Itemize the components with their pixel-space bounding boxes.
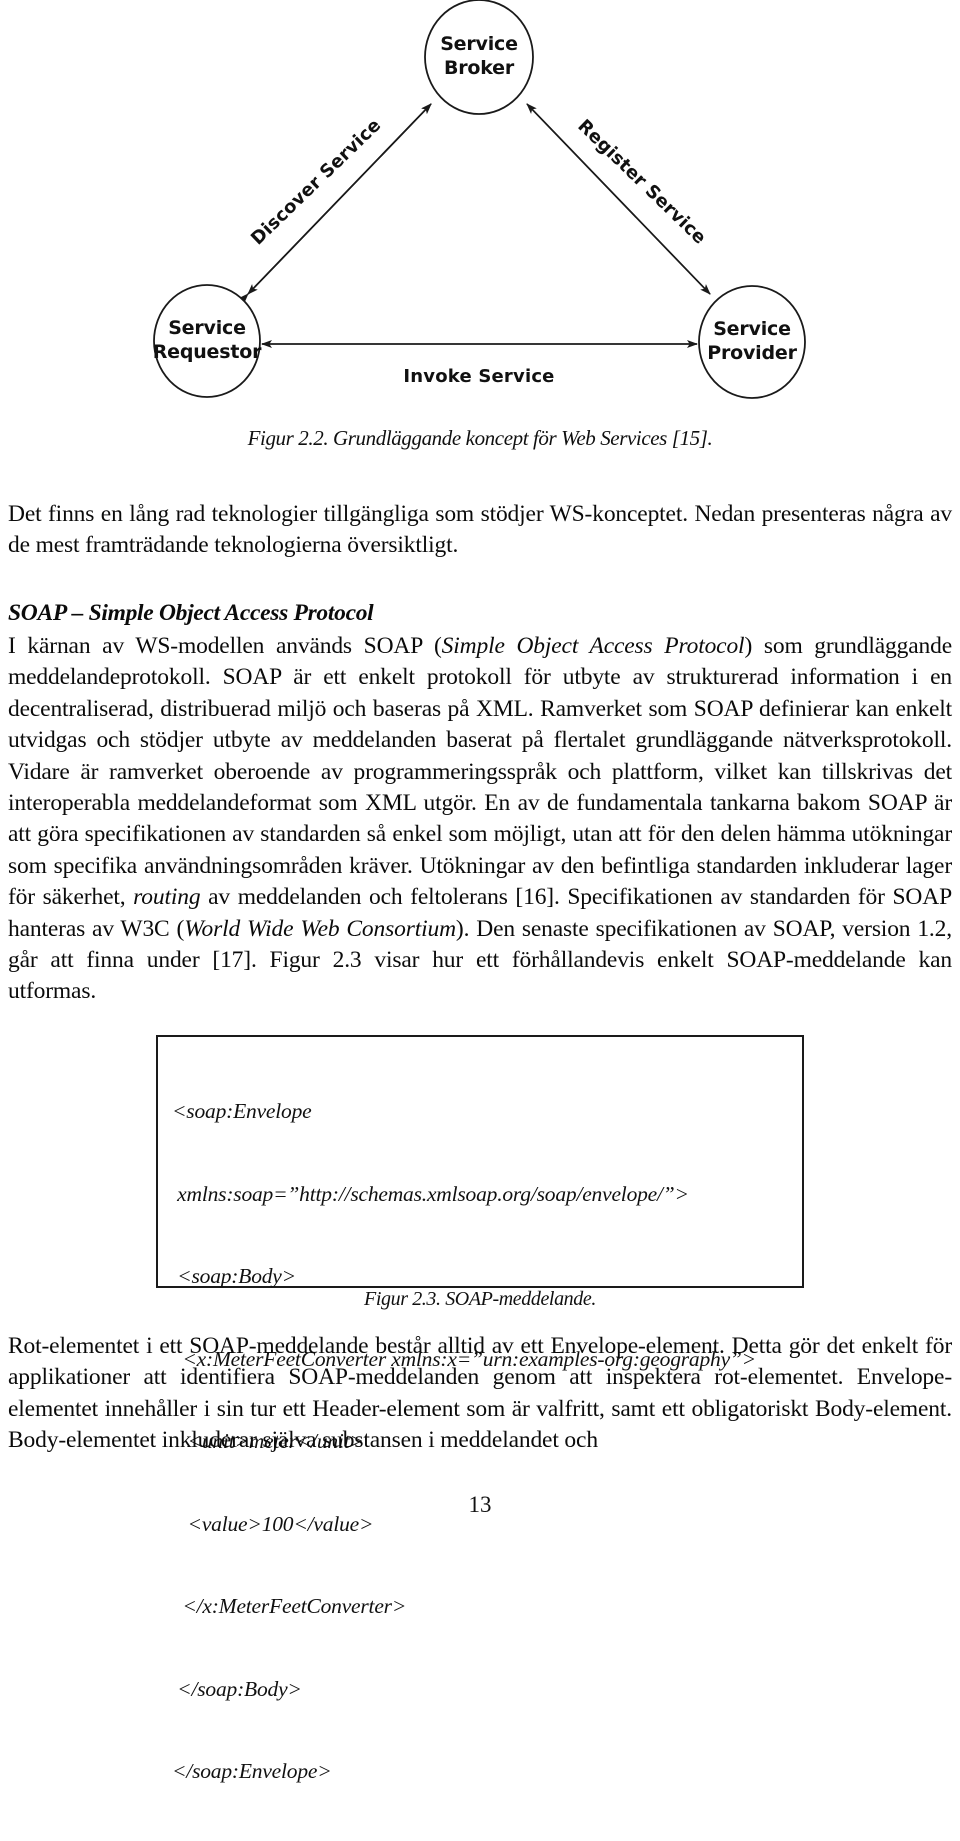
edge-discover-service: Discover Service [238,103,432,304]
intro-paragraph: Det finns en lång rad teknologier tillgä… [8,499,952,562]
figure-web-services-diagram: Discover Service Register Service Invoke… [0,0,960,415]
service-broker-label-line1: Service [440,33,518,55]
figure-23-caption: Figur 2.3. SOAP-meddelande. [364,1288,596,1310]
closing-paragraph-text: Rot-elementet i ett SOAP-meddelande best… [8,1333,952,1454]
edge-label-register-service: Register Service [573,116,710,249]
service-provider-label-line1: Service [713,318,791,340]
node-service-provider: Service Provider [698,285,806,399]
soap-text-run-2: ) som grundläggande meddelandeprotokoll.… [8,633,953,911]
edge-invoke-service: Invoke Service [261,340,698,387]
code-line: </soap:Envelope> [172,1759,332,1783]
page-number: 13 [468,1492,492,1517]
soap-italic-run-3: World Wide Web Consortium [184,915,456,942]
intro-paragraph-text: Det finns en lång rad teknologier tillgä… [8,501,952,559]
soap-italic-run-2: routing [133,884,201,911]
node-service-broker: Service Broker [424,0,534,115]
service-requestor-label-line2: Requestor [153,341,262,363]
soap-paragraph-text: I kärnan av WS-modellen används SOAP (Si… [8,631,952,1008]
code-line: xmlns:soap=”http://schemas.xmlsoap.org/s… [172,1181,689,1206]
soap-text-run-1: I kärnan av WS-modellen används SOAP ( [8,633,442,659]
edge-label-invoke-service: Invoke Service [403,366,554,387]
figure-soap-message-code-box: <soap:Envelope xmlns:soap=”http://schema… [156,1035,804,1783]
code-line: </x:MeterFeetConverter> [172,1594,407,1618]
soap-section-heading: SOAP – Simple Object Access Protocol [8,600,374,626]
code-line: </soap:Body> [172,1676,302,1701]
soap-paragraph: I kärnan av WS-modellen används SOAP (Si… [8,631,952,1008]
code-line: <soap:Body> [172,1264,296,1288]
edge-register-service: Register Service [526,103,711,295]
closing-paragraph: Rot-elementet i ett SOAP-meddelande best… [8,1331,952,1457]
figure-22-caption: Figur 2.2. Grundläggande koncept för Web… [247,426,713,450]
service-requestor-label-line1: Service [168,317,246,339]
edge-label-discover-service: Discover Service [247,115,385,250]
service-provider-label-line2: Provider [707,342,797,364]
code-line: <soap:Envelope [172,1099,312,1123]
soap-italic-run-1: Simple Object Access Protocol [441,633,745,659]
service-broker-label-line2: Broker [444,57,515,79]
node-service-requestor: Service Requestor [153,284,262,398]
